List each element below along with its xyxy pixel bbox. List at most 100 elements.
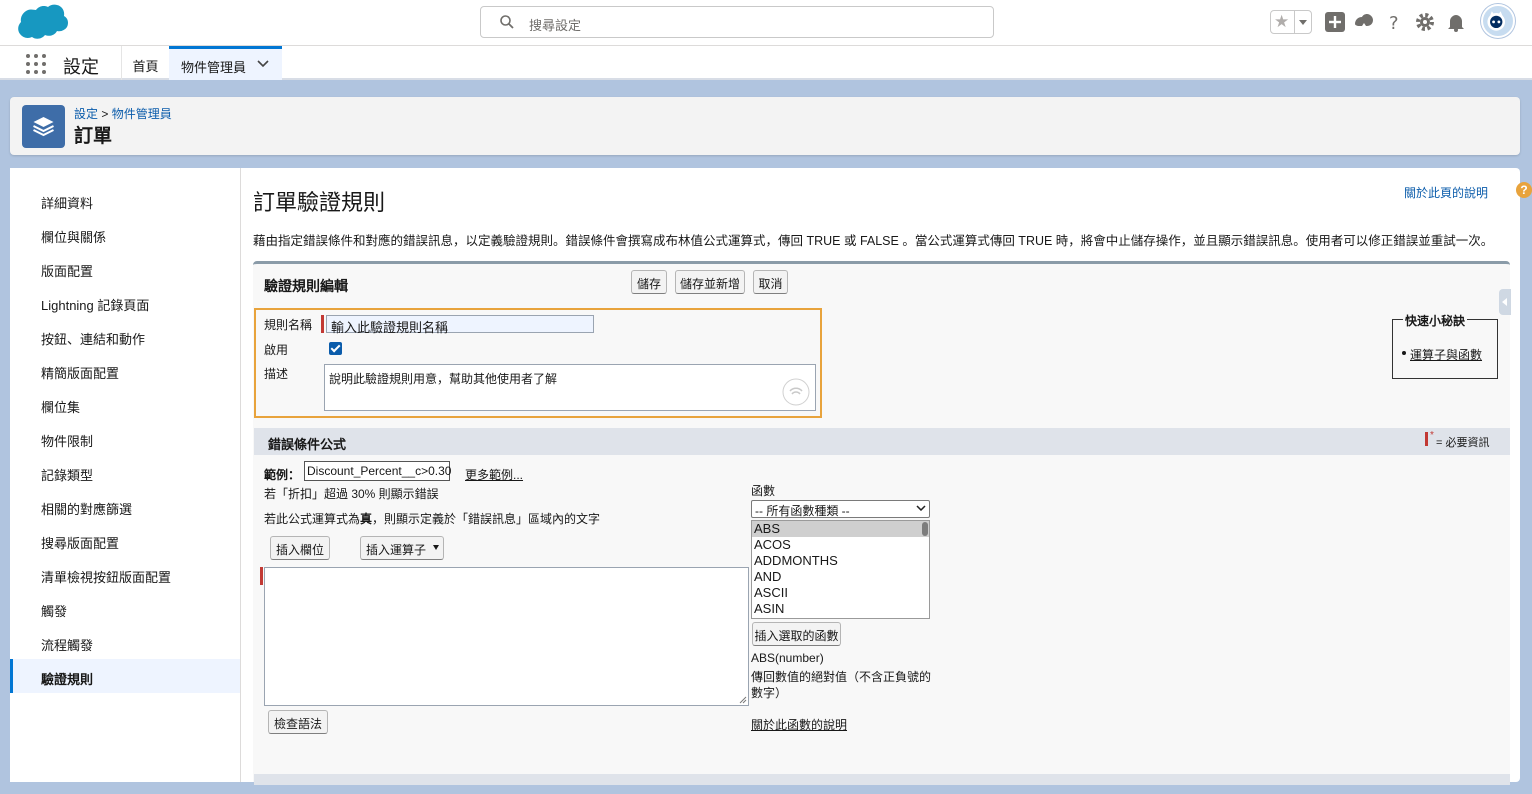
required-asterisk-icon: *: [1430, 430, 1434, 441]
sidebar-item-page-layouts[interactable]: 版面配置: [10, 251, 240, 285]
example-formula: Discount_Percent__c>0.30: [304, 461, 451, 481]
quick-tips-title: 快速小秘訣: [1403, 312, 1468, 329]
sidebar-divider: [240, 168, 241, 782]
breadcrumb-object-manager[interactable]: 物件管理員: [112, 107, 172, 121]
page-description: 藉由指定錯誤條件和對應的錯誤訊息，以定義驗證規則。錯誤條件會撰寫成布林值公式運算…: [253, 234, 1494, 248]
sidebar-item-validation-rules[interactable]: 驗證規則: [10, 659, 240, 693]
help-page-link[interactable]: 關於此頁的說明: [1404, 184, 1488, 201]
sidebar-item-lookup-filters[interactable]: 相關的對應篩選: [10, 489, 240, 523]
function-option[interactable]: ASCII: [752, 585, 929, 601]
required-indicator: [321, 315, 324, 333]
help-icon[interactable]: ?: [1384, 11, 1406, 33]
example-description: 若「折扣」超過 30% 則顯示錯誤: [264, 487, 439, 501]
insert-operator-label: 插入運算子: [366, 543, 427, 557]
formula-section-header: 錯誤條件公式 * = 必要資訊: [254, 428, 1510, 455]
sidebar-item-triggers[interactable]: 觸發: [10, 591, 240, 625]
function-signature: ABS(number): [751, 651, 824, 665]
tab-object-manager[interactable]: 物件管理員: [169, 46, 282, 80]
search-icon: [500, 15, 514, 29]
salesforce-cloud-logo[interactable]: [12, 4, 70, 42]
required-legend: = 必要資訊: [1436, 437, 1490, 449]
app-nav-bar: 設定 首頁 物件管理員: [0, 46, 1532, 80]
next-section-header: [254, 774, 1510, 785]
chevron-down-icon[interactable]: [257, 60, 269, 68]
sidebar-item-buttons-links[interactable]: 按鈕、連結和動作: [10, 319, 240, 353]
function-option[interactable]: ACOS: [752, 537, 929, 553]
object-sidebar: 詳細資料 欄位與關係 版面配置 Lightning 記錄頁面 按鈕、連結和動作 …: [10, 168, 240, 782]
function-listbox[interactable]: ABS ACOS ADDMONTHS AND ASCII ASIN: [751, 520, 930, 619]
listbox-scrollbar[interactable]: [922, 522, 928, 536]
sidebar-item-list-view-buttons[interactable]: 清單檢視按鈕版面配置: [10, 557, 240, 591]
sidebar-item-lightning-pages[interactable]: Lightning 記錄頁面: [10, 285, 240, 319]
sidebar-item-search-layouts[interactable]: 搜尋版面配置: [10, 523, 240, 557]
notification-bell-icon[interactable]: [1445, 11, 1467, 33]
sidebar-item-fields[interactable]: 欄位與關係: [10, 217, 240, 251]
function-option[interactable]: AND: [752, 569, 929, 585]
highlighted-rule-fields: 規則名稱 輸入此驗證規則名稱 啟用 描述 說明此驗證規則用意，幫助其他使用者了解: [254, 308, 822, 418]
operators-functions-link[interactable]: 運算子與函數: [1410, 346, 1482, 363]
check-syntax-button[interactable]: 檢查語法: [268, 710, 328, 734]
function-option[interactable]: ADDMONTHS: [752, 553, 929, 569]
description-label: 描述: [264, 367, 289, 381]
global-actions-icon[interactable]: [1324, 11, 1346, 33]
save-button[interactable]: 儲存: [631, 270, 667, 294]
formula-section-title: 錯誤條件公式: [268, 437, 347, 452]
bullet-icon: [1402, 351, 1406, 355]
rule-name-label: 規則名稱: [264, 318, 313, 332]
true-desc-post: ，則顯示定義於「錯誤訊息」區域內的文字: [372, 512, 601, 526]
formula-textarea[interactable]: [264, 567, 749, 706]
tab-object-manager-label: 物件管理員: [181, 60, 247, 75]
favorites-button[interactable]: ★: [1270, 10, 1312, 34]
more-examples-link[interactable]: 更多範例...: [465, 466, 523, 483]
user-avatar[interactable]: [1481, 4, 1515, 38]
function-help-link[interactable]: 關於此函數的說明: [751, 716, 847, 733]
app-launcher-icon[interactable]: [26, 54, 46, 74]
sidebar-item-record-types[interactable]: 記錄類型: [10, 455, 240, 489]
formula-true-description: 若此公式運算式為真，則顯示定義於「錯誤訊息」區域內的文字: [264, 510, 600, 527]
page-header: 設定 > 物件管理員 訂單: [10, 97, 1520, 155]
gear-icon[interactable]: [1414, 11, 1436, 33]
required-marker: [1425, 432, 1428, 446]
layers-icon: [33, 117, 54, 137]
object-icon: [22, 105, 65, 148]
functions-label: 函數: [751, 484, 776, 498]
function-description: 傳回數值的絕對值（不含正負號的數字）: [751, 670, 932, 700]
active-checkbox[interactable]: [329, 342, 342, 355]
astro-avatar-icon: [1487, 11, 1506, 31]
resize-handle-icon[interactable]: [739, 696, 747, 704]
star-icon: ★: [1274, 12, 1290, 31]
global-header: 搜尋設定 ★ ?: [0, 0, 1532, 46]
trailhead-icon[interactable]: [1353, 11, 1375, 33]
help-circle-icon[interactable]: ?: [1516, 182, 1532, 198]
chevron-down-icon: [916, 505, 926, 511]
sidebar-item-details[interactable]: 詳細資料: [10, 183, 240, 217]
active-label: 啟用: [264, 343, 289, 357]
app-name: 設定: [63, 57, 99, 77]
insert-operator-button[interactable]: 插入運算子: [360, 536, 444, 560]
sidebar-item-field-sets[interactable]: 欄位集: [10, 387, 240, 421]
collapse-panel-icon[interactable]: [1499, 289, 1511, 315]
function-category-select[interactable]: -- 所有函數種類 --: [751, 500, 930, 518]
true-desc-bold: 真: [360, 512, 373, 526]
breadcrumb-setup[interactable]: 設定: [74, 107, 98, 121]
formula-required-indicator: [260, 567, 263, 585]
description-textarea[interactable]: 說明此驗證規則用意，幫助其他使用者了解: [324, 364, 816, 411]
grammar-assist-icon[interactable]: [781, 377, 811, 407]
insert-function-button[interactable]: 插入選取的函數: [752, 622, 841, 646]
insert-field-button[interactable]: 插入欄位: [270, 536, 330, 560]
rule-name-input[interactable]: 輸入此驗證規則名稱: [326, 315, 594, 335]
sidebar-item-flow-triggers[interactable]: 流程觸發: [10, 625, 240, 659]
function-option[interactable]: ASIN: [752, 601, 929, 617]
function-option[interactable]: ABS: [752, 521, 929, 537]
search-input[interactable]: 搜尋設定: [480, 6, 994, 38]
example-label: 範例：: [264, 468, 301, 482]
breadcrumb: 設定 > 物件管理員: [74, 105, 172, 122]
breadcrumb-separator: >: [101, 107, 109, 121]
sidebar-item-object-limits[interactable]: 物件限制: [10, 421, 240, 455]
save-new-button[interactable]: 儲存並新增: [675, 270, 745, 294]
tab-home[interactable]: 首頁: [121, 46, 169, 80]
quick-tips-box: 快速小秘訣 運算子與函數: [1392, 312, 1498, 379]
sidebar-item-compact-layouts[interactable]: 精簡版面配置: [10, 353, 240, 387]
cancel-button[interactable]: 取消: [753, 270, 788, 294]
favorites-dropdown-icon[interactable]: [1294, 11, 1311, 33]
